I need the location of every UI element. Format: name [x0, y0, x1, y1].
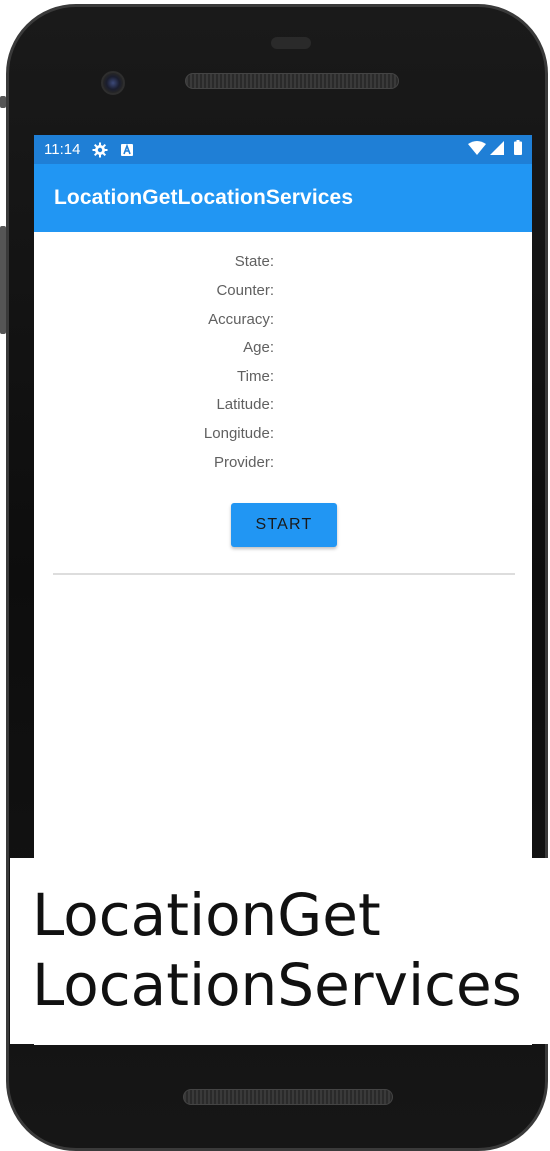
provider-label: Provider: [213, 454, 274, 471]
a-notification-icon [120, 143, 134, 157]
age-label: Age: [243, 339, 274, 356]
longitude-label: Longitude: [203, 425, 274, 442]
app-title: LocationGetLocationServices [54, 186, 354, 209]
time-label: Time: [237, 368, 274, 385]
caption-line-1: LocationGet [32, 881, 381, 949]
latitude-label: Latitude: [216, 396, 274, 413]
status-time: 11:14 [44, 141, 81, 158]
bottom-speaker-grille [183, 1089, 393, 1105]
settings-icon [92, 142, 108, 158]
divider [53, 573, 515, 575]
status-bar: 11:14 [34, 135, 532, 164]
earpiece [271, 37, 311, 49]
wifi-icon [468, 140, 486, 159]
app-bar: LocationGetLocationServices [34, 164, 532, 232]
battery-icon [514, 140, 522, 159]
volume-button [0, 226, 6, 334]
accuracy-label: Accuracy: [208, 311, 274, 328]
status-right-icons [468, 140, 522, 159]
caption-overlay: LocationGet LocationServices [10, 858, 550, 1044]
signal-icon [490, 140, 504, 159]
counter-label: Counter: [216, 282, 274, 299]
caption-line-2: LocationServices [32, 951, 522, 1019]
front-camera [101, 71, 125, 95]
start-button[interactable]: START [231, 503, 337, 547]
top-speaker-grille [185, 73, 399, 89]
side-button [0, 96, 6, 108]
state-label: State: [234, 253, 274, 270]
